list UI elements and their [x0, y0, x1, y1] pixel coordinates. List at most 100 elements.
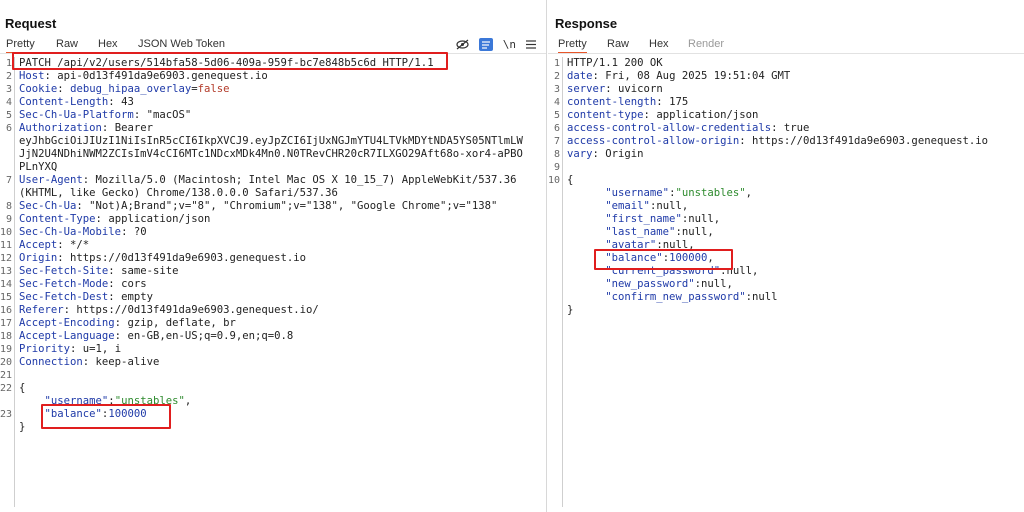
header-name: Authorization: [19, 122, 102, 134]
header-value: api-0d13f491da9e6903.genequest.io: [50, 70, 268, 82]
line-number: 8: [553, 149, 560, 160]
json-line: "first_name":null,: [567, 213, 720, 226]
line-number: 7: [5, 175, 12, 186]
header-line: content-type: application/json: [567, 109, 759, 121]
request-line-highlight: [12, 52, 448, 70]
line-number: 8: [5, 201, 12, 212]
json-key: "username": [605, 187, 670, 199]
header-value: 175: [662, 96, 689, 108]
request-toolbar: \n: [456, 36, 536, 52]
header-line: access-control-allow-credentials: true: [567, 122, 810, 134]
header-line: Content-Type: application/json: [19, 213, 211, 225]
header-name: access-control-allow-credentials: [567, 122, 772, 134]
header-line: Accept-Language: en-GB,en-US;q=0.9,en;q=…: [19, 330, 294, 342]
header-line: User-Agent: Mozilla/5.0 (Macintosh; Inte…: [19, 174, 517, 186]
line-number: 11: [0, 240, 13, 251]
json-key: "first_name": [605, 213, 682, 225]
header-line: Origin: https://0d13f491da9e6903.geneque…: [19, 252, 307, 264]
header-line: server: uvicorn: [567, 83, 663, 95]
header-name: content-length: [567, 96, 657, 108]
line-number: 18: [0, 331, 13, 342]
header-value: https://0d13f491da9e6903.genequest.io: [745, 135, 988, 147]
header-value: "Not)A;Brand";v="8", "Chromium";v="138",…: [82, 200, 498, 212]
line-number: 3: [5, 84, 12, 95]
header-value: 43: [114, 96, 134, 108]
request-tab-raw[interactable]: Raw: [56, 36, 78, 52]
header-line: Sec-Ch-Ua: "Not)A;Brand";v="8", "Chromiu…: [19, 200, 498, 212]
header-name: content-type: [567, 109, 644, 121]
json-comma: ,: [707, 226, 714, 238]
header-line: Referer: https://0d13f491da9e6903.genequ…: [19, 304, 319, 316]
eye-off-icon[interactable]: [456, 39, 469, 50]
header-name: Sec-Fetch-Mode: [19, 278, 109, 290]
json-comma: ,: [745, 187, 753, 199]
json-value: null: [688, 213, 714, 225]
cookie-name: debug_hipaa_overlay: [70, 83, 192, 95]
response-tab-raw[interactable]: Raw: [607, 36, 629, 52]
header-name: Sec-Ch-Ua: [19, 200, 77, 212]
header-name: Cookie: [19, 83, 58, 95]
header-name: Content-Length: [19, 96, 109, 108]
json-line: "new_password":null,: [567, 278, 733, 291]
header-line: Sec-Fetch-Site: same-site: [19, 265, 179, 277]
request-tab-jwt[interactable]: JSON Web Token: [138, 36, 225, 52]
hamburger-icon[interactable]: [526, 39, 536, 49]
header-name: Host: [19, 70, 45, 82]
json-comma: ,: [726, 278, 733, 290]
header-value: Bearer: [108, 122, 153, 134]
request-title: Request: [5, 16, 57, 31]
line-number: 17: [0, 318, 13, 329]
header-value: cors: [114, 278, 147, 290]
header-line: content-length: 175: [567, 96, 689, 108]
header-value: same-site: [114, 265, 179, 277]
line-number: 9: [553, 162, 560, 173]
header-name: Accept-Encoding: [19, 317, 115, 329]
text-line: PLnYXQ: [19, 161, 58, 173]
newline-toggle[interactable]: \n: [503, 38, 516, 51]
text-line: {: [19, 382, 26, 394]
json-comma: ,: [681, 200, 689, 212]
header-name: Referer: [19, 304, 64, 316]
header-name: Priority: [19, 343, 71, 355]
response-tab-hex[interactable]: Hex: [649, 36, 669, 52]
header-name: Origin: [19, 252, 58, 264]
text-line: }: [19, 421, 26, 433]
line-number: 1: [553, 58, 560, 69]
wrap-icon[interactable]: [478, 37, 493, 51]
header-value: Origin: [598, 148, 644, 160]
header-line: Sec-Fetch-Dest: empty: [19, 291, 153, 303]
json-line: "username":"unstables",: [567, 187, 752, 200]
header-line: Cookie: debug_hipaa_overlay=false: [19, 83, 230, 95]
header-name: date: [567, 70, 593, 82]
json-value: null: [700, 278, 727, 290]
json-comma: ,: [713, 213, 721, 225]
json-comma: ,: [184, 395, 192, 407]
json-value: null: [681, 226, 708, 238]
line-number: 1: [5, 58, 12, 69]
header-name: Sec-Ch-Ua-Mobile: [19, 226, 122, 238]
line-number: 12: [0, 253, 13, 264]
json-key: "last_name": [605, 226, 676, 238]
response-tab-render[interactable]: Render: [688, 36, 724, 52]
request-tab-hex[interactable]: Hex: [98, 36, 118, 52]
line-number: 2: [5, 71, 12, 82]
header-name: User-Agent: [19, 174, 83, 186]
header-value: https://0d13f491da9e6903.genequest.io: [63, 252, 307, 264]
response-title: Response: [555, 16, 618, 31]
line-number: 6: [5, 123, 12, 134]
text-line: {: [567, 174, 574, 186]
header-line: Content-Length: 43: [19, 96, 134, 108]
header-name: Sec-Ch-Ua-Platform: [19, 109, 134, 121]
response-tab-pretty[interactable]: Pretty: [558, 36, 587, 54]
json-key: "new_password": [605, 278, 695, 290]
header-name: Connection: [19, 356, 83, 368]
line-number: 7: [553, 136, 560, 147]
line-number: 13: [0, 266, 13, 277]
header-line: access-control-allow-origin: https://0d1…: [567, 135, 988, 147]
header-line: Sec-Fetch-Mode: cors: [19, 278, 147, 290]
header-name: Sec-Fetch-Site: [19, 265, 109, 277]
